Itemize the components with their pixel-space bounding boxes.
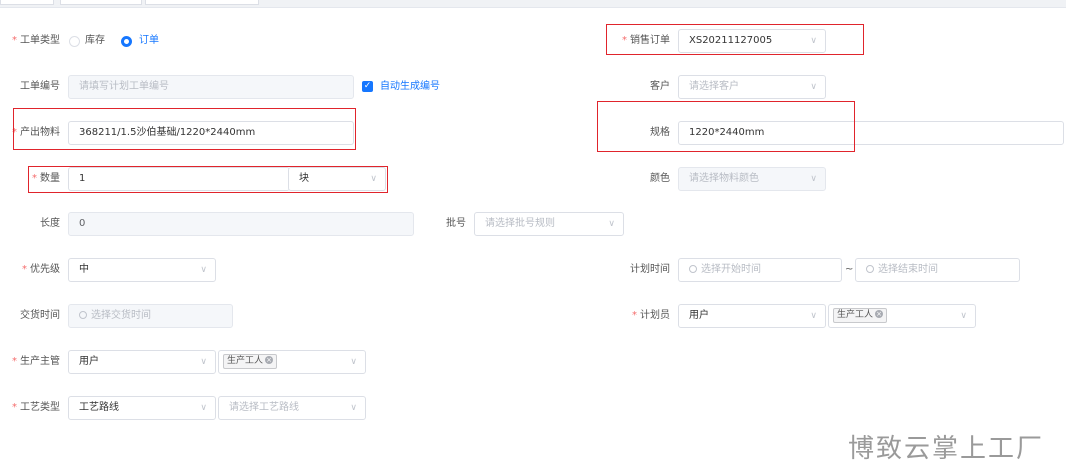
process-route-select[interactable]: 请选择工艺路线 ∨ [218, 396, 366, 420]
color-select[interactable]: 请选择物料颜色 ∨ [678, 167, 826, 191]
customer-select[interactable]: 请选择客户 ∨ [678, 75, 826, 99]
supervisor-select[interactable]: 用户 ∨ [68, 350, 216, 374]
chevron-down-icon: ∨ [608, 219, 615, 229]
supervisor-role-select[interactable]: 生产工人 × ∨ [218, 350, 366, 374]
auto-generate-checkbox[interactable]: ✓ [362, 81, 373, 92]
highlight-box [606, 24, 864, 55]
highlight-box [28, 166, 388, 193]
clock-icon [689, 265, 697, 273]
order-no-input[interactable]: 请填写计划工单编号 [68, 75, 354, 99]
planner-select[interactable]: 用户 ∨ [678, 304, 826, 328]
chevron-down-icon: ∨ [200, 403, 207, 413]
plan-time-separator: ~ [845, 264, 854, 275]
close-icon[interactable]: × [265, 356, 274, 364]
batch-select[interactable]: 请选择批号规则 ∨ [474, 212, 624, 236]
radio-order-label[interactable]: 订单 [139, 31, 159, 51]
clock-icon [79, 311, 87, 319]
plan-start-picker[interactable]: 选择开始时间 [678, 258, 842, 282]
process-type-label: * 工艺类型 [12, 402, 60, 413]
length-input[interactable]: 0 [68, 212, 414, 236]
chevron-down-icon: ∨ [350, 357, 357, 367]
radio-stock[interactable] [69, 36, 80, 47]
radio-stock-label[interactable]: 库存 [85, 31, 105, 51]
process-type-select[interactable]: 工艺路线 ∨ [68, 396, 216, 420]
plan-time-label: 计划时间 [630, 264, 670, 275]
radio-order[interactable] [121, 36, 132, 47]
close-icon[interactable]: × [875, 310, 884, 318]
auto-generate-label[interactable]: 自动生成编号 [380, 77, 440, 97]
clock-icon [866, 265, 874, 273]
chevron-down-icon: ∨ [350, 403, 357, 413]
chevron-down-icon: ∨ [810, 82, 817, 92]
length-label: 长度 [40, 218, 60, 229]
priority-label: * 优先级 [22, 264, 60, 275]
tab-stub[interactable] [0, 0, 54, 5]
planner-label: * 计划员 [632, 310, 670, 321]
chevron-down-icon: ∨ [810, 311, 817, 321]
planner-role-select[interactable]: 生产工人 × ∨ [828, 304, 976, 328]
chevron-down-icon: ∨ [200, 265, 207, 275]
highlight-box [597, 101, 855, 152]
batch-label: 批号 [446, 218, 466, 229]
tab-stub[interactable] [60, 0, 142, 5]
color-label: 颜色 [650, 173, 670, 184]
watermark: 博致云掌上工厂 [848, 434, 1045, 464]
chevron-down-icon: ∨ [200, 357, 207, 367]
plan-end-picker[interactable]: 选择结束时间 [855, 258, 1020, 282]
order-no-label: 工单编号 [20, 81, 60, 92]
tab-stub[interactable] [145, 0, 259, 5]
highlight-box [13, 108, 356, 150]
role-tag: 生产工人 × [223, 353, 278, 369]
delivery-time-label: 交货时间 [20, 310, 60, 321]
supervisor-label: * 生产主管 [12, 356, 60, 367]
chevron-down-icon: ∨ [960, 311, 967, 321]
customer-label: 客户 [650, 81, 670, 92]
role-tag: 生产工人 × [833, 307, 888, 323]
priority-select[interactable]: 中 ∨ [68, 258, 216, 282]
chevron-down-icon: ∨ [810, 174, 817, 184]
order-type-label: * 工单类型 [12, 35, 60, 46]
delivery-time-picker[interactable]: 选择交货时间 [68, 304, 233, 328]
